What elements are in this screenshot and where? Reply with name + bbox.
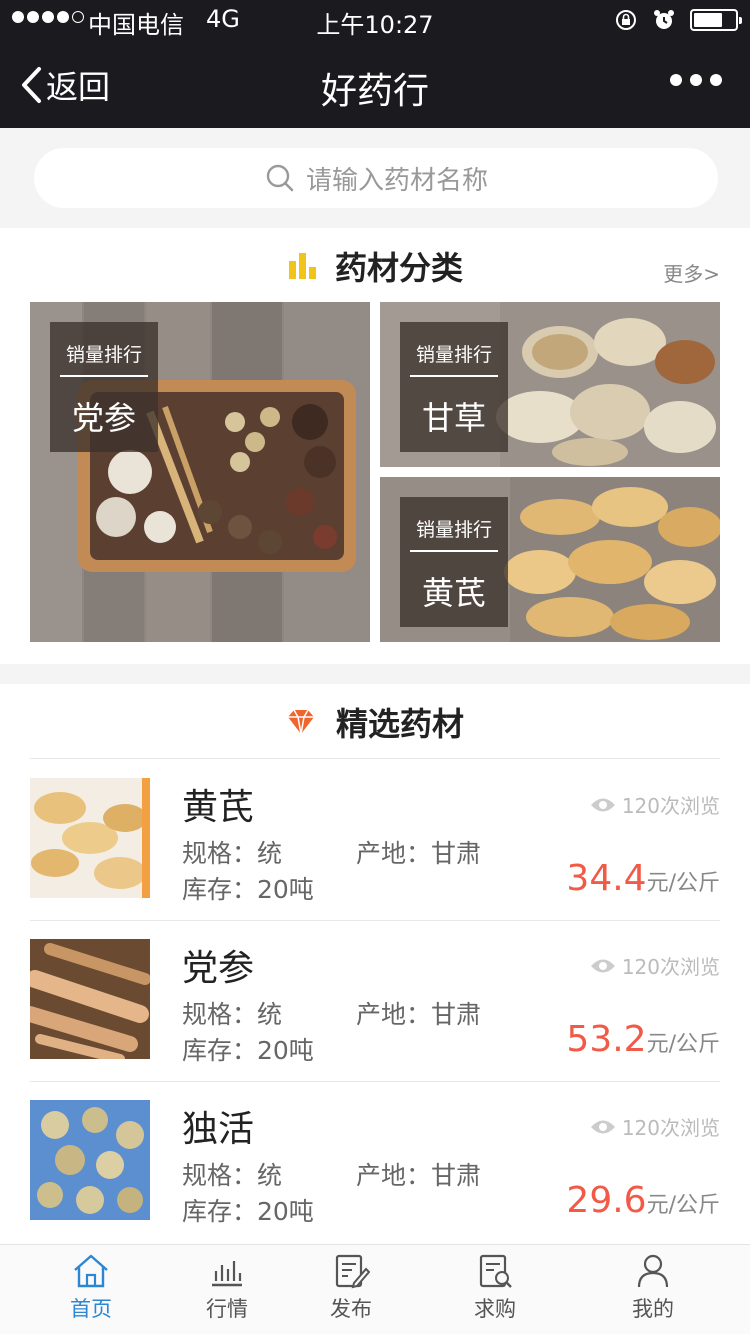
item-spec: 规格：统: [182, 839, 283, 868]
item-stock: 库存：20吨: [182, 1197, 314, 1226]
tile-label-huangqi: 销量排行 黄芪: [400, 497, 508, 627]
tile-tag: 销量排行: [410, 497, 498, 552]
item-views: 120次浏览: [590, 951, 720, 980]
category-tile-huangqi[interactable]: 销量排行 黄芪: [380, 477, 720, 642]
item-name: 黄芪: [182, 787, 255, 828]
tab-request[interactable]: 求购: [450, 1253, 540, 1323]
item-price: 29.6 元/公斤: [566, 1180, 720, 1221]
featured-section: 精选药材 黄芪 规格：统 产地：甘肃 库存：20吨 120次浏览 34.4 元/…: [0, 684, 750, 1244]
search-doc-icon: [479, 1254, 512, 1288]
item-views: 120次浏览: [590, 790, 720, 819]
item-thumbnail: [30, 939, 150, 1059]
tile-tag: 销量排行: [60, 322, 148, 377]
list-item[interactable]: 独活 规格：统 产地：甘肃 库存：20吨 120次浏览 29.6 元/公斤: [30, 1082, 720, 1242]
rotation-lock-icon: [616, 10, 636, 30]
tile-name: 党参: [71, 399, 136, 437]
item-price: 34.4 元/公斤: [566, 858, 720, 899]
category-tile-dangshen[interactable]: 销量排行 党参: [30, 302, 370, 642]
item-price-value: 34.4: [566, 858, 647, 899]
featured-title: 精选药材: [335, 705, 464, 743]
item-price-value: 29.6: [566, 1180, 647, 1221]
item-origin: 产地：甘肃: [356, 1161, 482, 1190]
item-name: 独活: [182, 1109, 255, 1150]
item-name: 党参: [182, 948, 255, 989]
item-thumbnail: [30, 1100, 150, 1220]
eye-icon: [590, 1120, 615, 1133]
tab-label: 发布: [330, 1297, 372, 1321]
status-bar: 中国电信 4G 上午10:27: [0, 0, 750, 40]
tab-label: 我的: [632, 1297, 674, 1321]
item-views-text: 120次浏览: [621, 955, 720, 979]
home-icon: [74, 1254, 108, 1288]
chart-icon: [212, 1261, 242, 1287]
search-area: 请输入药材名称: [0, 128, 750, 228]
tile-label-dangshen: 销量排行 党参: [50, 322, 158, 452]
tab-profile[interactable]: 我的: [608, 1253, 698, 1323]
tab-label: 求购: [474, 1297, 516, 1321]
navigation-bar: 返回 好药行: [0, 40, 750, 128]
featured-header: 精选药材: [0, 702, 750, 743]
category-header: 药材分类: [0, 246, 750, 287]
tile-label-gancao: 销量排行 甘草: [400, 322, 508, 452]
tab-market[interactable]: 行情: [182, 1253, 272, 1323]
item-price-unit: 元/公斤: [646, 1193, 720, 1218]
category-tile-gancao[interactable]: 销量排行 甘草: [380, 302, 720, 467]
search-placeholder: 请输入药材名称: [305, 165, 488, 196]
tab-bar: 首页 行情 发布 求购 我的: [0, 1244, 750, 1334]
item-price: 53.2 元/公斤: [566, 1019, 720, 1060]
search-icon: [266, 164, 294, 192]
tab-publish[interactable]: 发布: [306, 1253, 396, 1323]
tab-label: 首页: [70, 1297, 112, 1321]
item-origin: 产地：甘肃: [356, 1000, 482, 1029]
tab-label: 行情: [206, 1297, 248, 1321]
alarm-icon: [654, 10, 674, 29]
search-input[interactable]: 请输入药材名称: [34, 148, 718, 208]
diamond-icon: [287, 709, 314, 735]
bar-chart-icon: [288, 253, 316, 279]
item-origin: 产地：甘肃: [356, 839, 482, 868]
tile-name: 甘草: [421, 399, 486, 437]
user-icon: [637, 1254, 669, 1288]
category-section: 药材分类 更多> 销量排行 党参 销量排行 甘草 销量排行 黄芪: [0, 228, 750, 664]
page-title: 好药行: [320, 71, 429, 112]
divider: [30, 758, 720, 759]
tab-home[interactable]: 首页: [46, 1253, 136, 1323]
edit-doc-icon: [335, 1254, 370, 1289]
item-views-text: 120次浏览: [621, 794, 720, 818]
list-item[interactable]: 黄芪 规格：统 产地：甘肃 库存：20吨 120次浏览 34.4 元/公斤: [30, 760, 720, 920]
item-price-unit: 元/公斤: [646, 1032, 720, 1057]
item-price-unit: 元/公斤: [646, 871, 720, 896]
item-stock: 库存：20吨: [182, 1036, 314, 1065]
item-price-value: 53.2: [566, 1019, 647, 1060]
eye-icon: [590, 798, 615, 811]
item-views-text: 120次浏览: [621, 1116, 720, 1140]
item-stock: 库存：20吨: [182, 875, 314, 904]
tile-name: 黄芪: [421, 574, 486, 612]
item-spec: 规格：统: [182, 1000, 283, 1029]
item-views: 120次浏览: [590, 1112, 720, 1141]
more-categories-link[interactable]: 更多>: [663, 258, 720, 287]
battery-icon: [690, 9, 742, 31]
item-spec: 规格：统: [182, 1161, 283, 1190]
tile-tag: 销量排行: [410, 322, 498, 377]
eye-icon: [590, 959, 615, 972]
category-title: 药材分类: [334, 249, 463, 287]
list-item[interactable]: 党参 规格：统 产地：甘肃 库存：20吨 120次浏览 53.2 元/公斤: [30, 921, 720, 1081]
more-options-button[interactable]: [670, 74, 722, 86]
item-thumbnail: [30, 778, 150, 898]
